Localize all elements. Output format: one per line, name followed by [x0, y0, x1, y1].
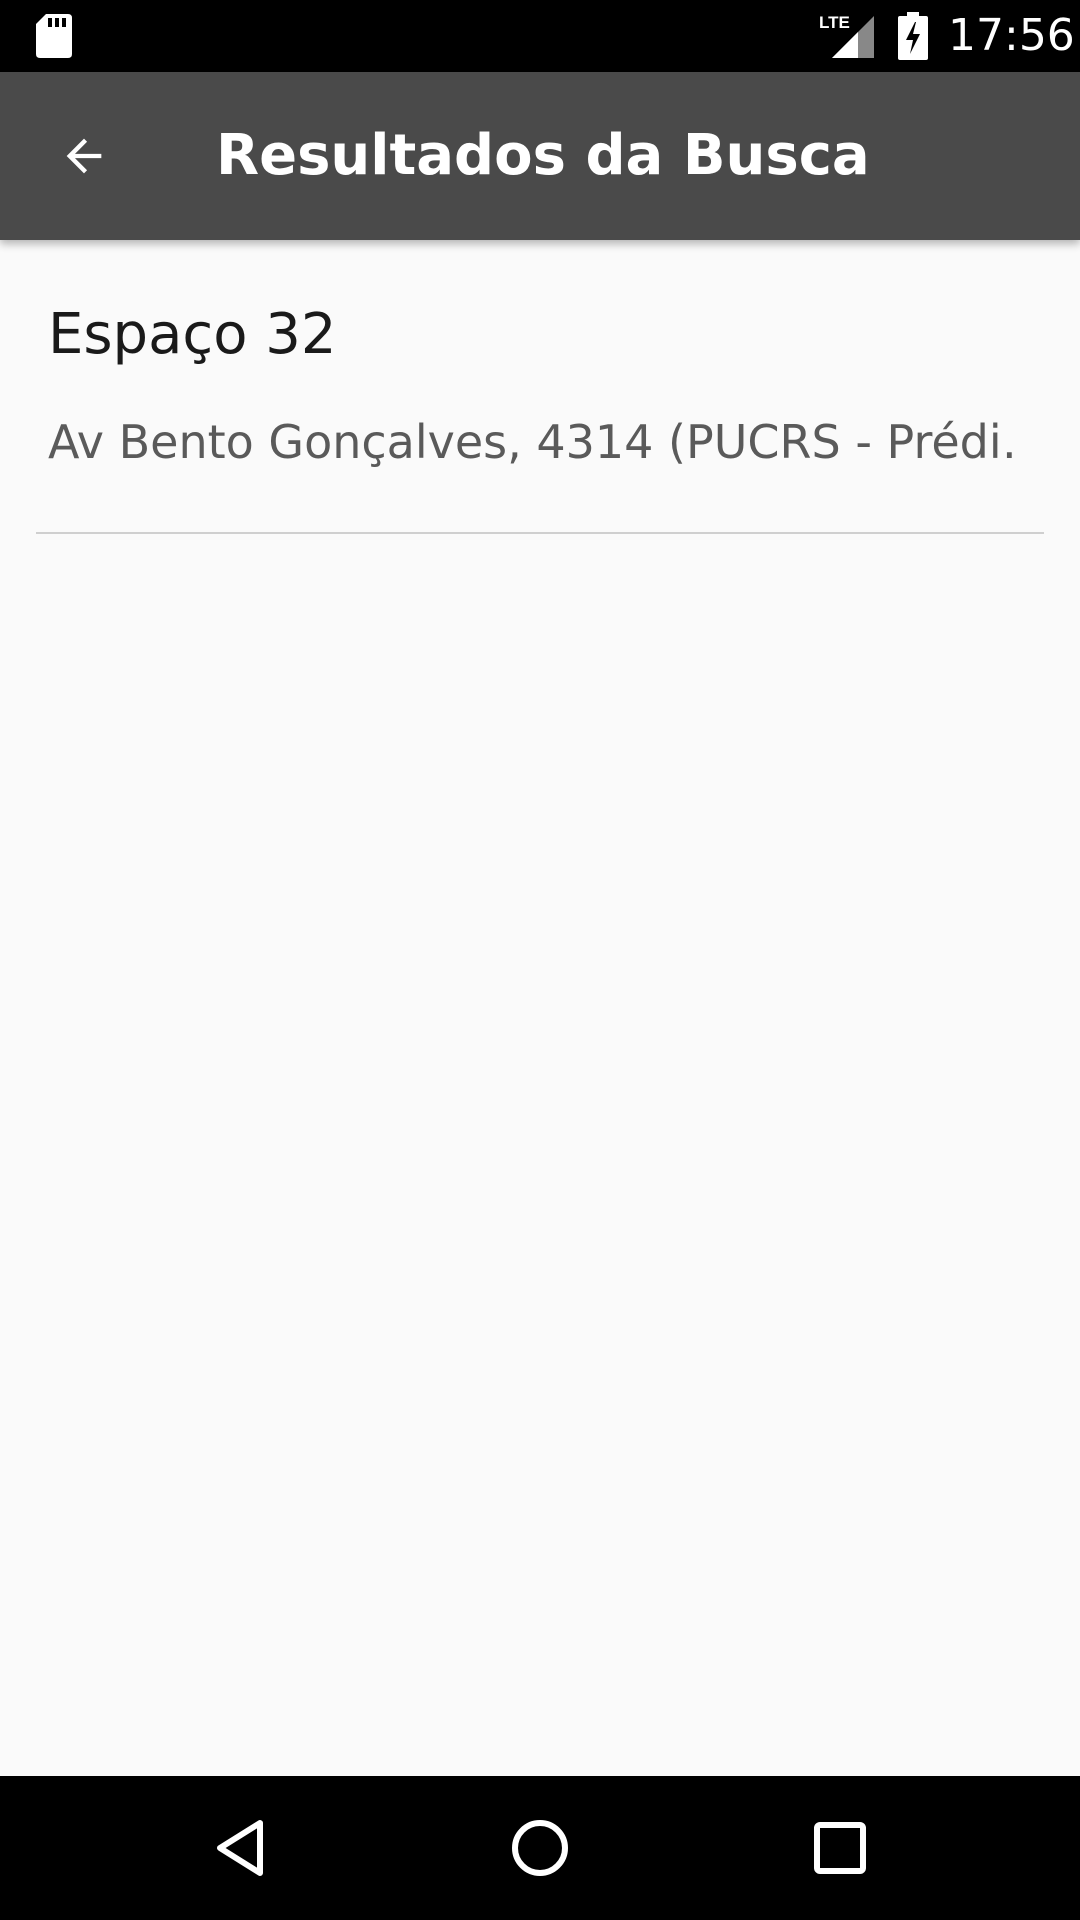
page-title: Resultados da Busca [216, 123, 870, 188]
lte-signal-icon: LTE [819, 13, 874, 58]
arrow-back-icon [66, 138, 102, 174]
result-address: Av Bento Gonçalves, 4314 (PUCRS - Prédi… [48, 415, 1018, 469]
nav-back-button[interactable] [200, 1808, 280, 1888]
back-button[interactable] [42, 114, 126, 198]
screen: LTE 17:56 Resultados da Busca Espaço 32 … [0, 0, 1080, 1920]
sd-card-icon [36, 14, 72, 58]
nav-home-icon [512, 1820, 568, 1876]
list-divider [36, 532, 1044, 534]
app-bar: Resultados da Busca [0, 72, 1080, 240]
list-item[interactable]: Espaço 32 Av Bento Gonçalves, 4314 (PUCR… [0, 240, 1080, 534]
navigation-bar [0, 1776, 1080, 1920]
status-bar: LTE 17:56 [0, 0, 1080, 72]
lte-label: LTE [819, 13, 850, 32]
battery-charging-icon [898, 12, 928, 60]
nav-recents-button[interactable] [800, 1808, 880, 1888]
status-clock: 17:56 [948, 10, 1075, 61]
nav-back-icon [217, 1820, 263, 1876]
nav-home-button[interactable] [500, 1808, 580, 1888]
nav-recents-icon [814, 1822, 866, 1874]
results-list: Espaço 32 Av Bento Gonçalves, 4314 (PUCR… [0, 240, 1080, 534]
result-title: Espaço 32 [48, 302, 337, 367]
